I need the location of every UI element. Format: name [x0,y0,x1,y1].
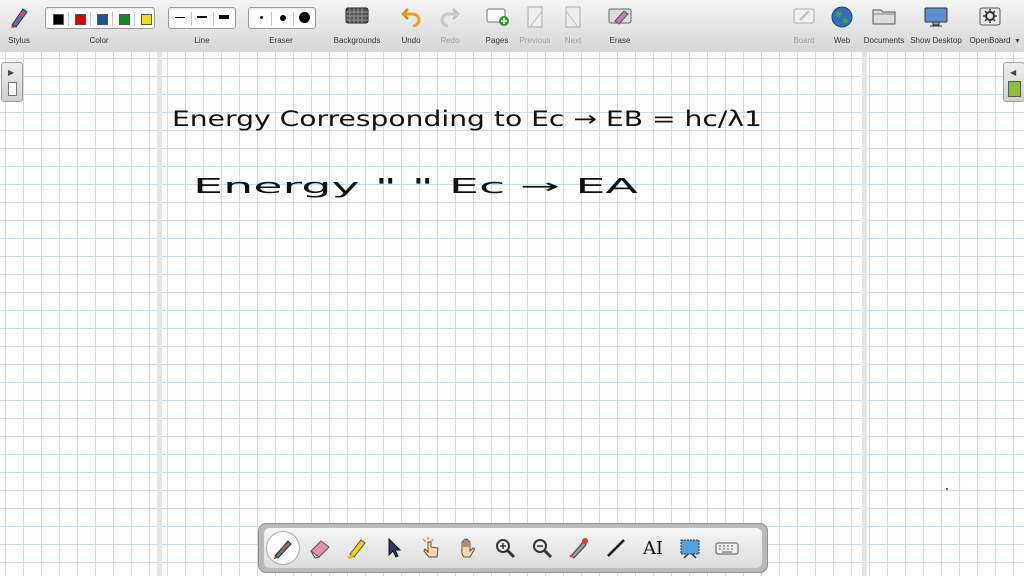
text-icon: AI [642,537,664,559]
handwritten-line-1: Energy Corresponding to Ec → EB = hc/λ1 [172,107,762,131]
zoom-in-icon [496,539,516,559]
handwritten-line-2: Energy " " Ec → EA [193,174,639,198]
selector-icon [388,537,402,558]
interactive-pointer-icon [422,537,439,558]
capture-icon [680,539,700,559]
stray-ink-dot [946,488,948,490]
virtual-keyboard-button[interactable] [711,532,743,564]
zoom-out-icon [533,539,553,559]
pen-tool-button[interactable] [267,532,299,564]
line-tool-button[interactable] [600,532,632,564]
hand-tool-button[interactable] [452,532,484,564]
pen-icon [274,540,292,559]
laser-pointer-tool-button[interactable] [563,532,595,564]
eraser-tool-button[interactable] [304,532,336,564]
handwriting-strokes: Energy Corresponding to Ec → EB = hc/λ1 … [172,107,762,198]
interactive-pointer-tool-button[interactable] [415,532,447,564]
laser-pointer-icon [569,538,588,559]
keyboard-icon [715,542,739,555]
text-tool-button[interactable]: AI [637,532,669,564]
zoom-out-tool-button[interactable] [526,532,558,564]
tool-palette-inner: AI [264,528,762,568]
selector-tool-button[interactable] [378,532,410,564]
hand-icon [461,538,475,558]
line-icon [607,539,625,557]
capture-tool-button[interactable] [674,532,706,564]
marker-tool-button[interactable] [341,532,373,564]
tool-palette: AI [258,523,768,573]
marker-icon [347,539,366,560]
zoom-in-tool-button[interactable] [489,532,521,564]
eraser-icon [310,540,330,559]
